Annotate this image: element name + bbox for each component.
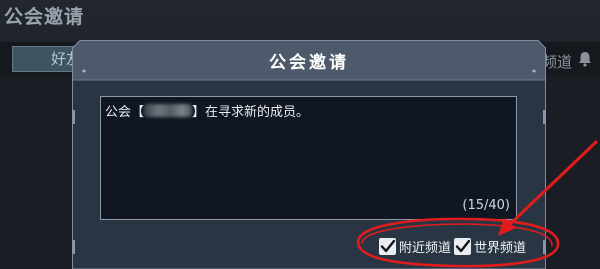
check-icon: [455, 239, 471, 252]
message-prefix: 公会【: [105, 105, 145, 120]
nearby-channel-label: 附近频道: [399, 240, 452, 256]
world-channel-option[interactable]: 世界频道: [454, 236, 526, 256]
tab-channel[interactable]: 频道: [542, 51, 572, 72]
guild-name-redacted: [144, 104, 193, 117]
world-channel-label: 世界频道: [474, 240, 527, 256]
check-icon: [380, 239, 396, 252]
world-channel-checkbox[interactable]: [454, 237, 471, 255]
character-counter: (15/40): [462, 198, 510, 213]
nearby-channel-option[interactable]: 附近频道: [379, 236, 451, 256]
nearby-channel-checkbox[interactable]: [379, 237, 396, 255]
bell-icon[interactable]: [576, 50, 594, 68]
dialog-title: 公会邀请: [269, 53, 349, 73]
invite-message-text: 公会【 】在寻求新的成员。: [105, 101, 309, 120]
message-suffix: 】在寻求新的成员。: [192, 105, 310, 120]
invite-message-textarea[interactable]: 公会【 】在寻求新的成员。 (15/40): [100, 96, 517, 220]
background-title: 公会邀请: [4, 6, 85, 28]
